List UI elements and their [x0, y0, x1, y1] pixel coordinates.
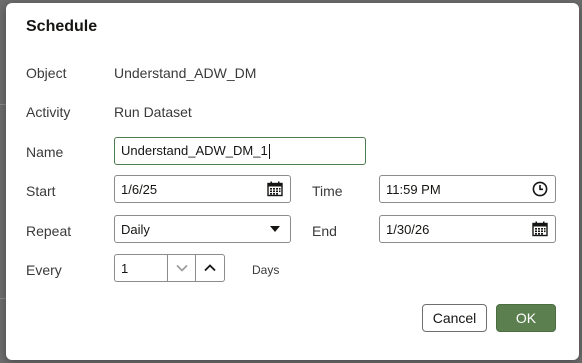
object-label: Object	[26, 65, 67, 81]
start-date-field[interactable]: 1/6/25	[114, 175, 291, 203]
schedule-dialog: Schedule Object Understand_ADW_DM Activi…	[6, 3, 579, 360]
start-label: Start	[26, 183, 56, 199]
every-stepper: 1	[114, 254, 225, 282]
start-date-value: 1/6/25	[121, 181, 158, 197]
repeat-value: Daily	[121, 221, 150, 237]
activity-label: Activity	[26, 104, 71, 120]
every-label: Every	[26, 262, 62, 278]
time-label: Time	[312, 183, 343, 199]
object-value: Understand_ADW_DM	[114, 65, 257, 81]
chevron-up-icon	[204, 264, 216, 272]
every-input[interactable]: 1	[114, 254, 167, 282]
text-cursor	[268, 144, 270, 160]
name-input[interactable]: Understand_ADW_DM_1	[114, 137, 366, 165]
calendar-icon[interactable]	[264, 178, 286, 200]
calendar-icon[interactable]	[529, 218, 551, 240]
time-field[interactable]: 11:59 PM	[379, 175, 556, 203]
decrement-button[interactable]	[167, 254, 196, 282]
chevron-down-icon	[175, 264, 188, 272]
caret-down-icon	[264, 218, 286, 240]
dialog-title: Schedule	[26, 18, 98, 35]
end-date-field[interactable]: 1/30/26	[379, 215, 556, 243]
name-label: Name	[26, 144, 64, 160]
every-unit: Days	[252, 263, 280, 277]
end-label: End	[312, 223, 337, 239]
time-value: 11:59 PM	[386, 181, 441, 197]
increment-button[interactable]	[196, 254, 225, 282]
ok-button[interactable]: OK	[496, 304, 556, 332]
end-date-value: 1/30/26	[386, 221, 430, 237]
cancel-button[interactable]: Cancel	[422, 304, 487, 332]
clock-icon[interactable]	[529, 178, 551, 200]
repeat-select[interactable]: Daily	[114, 215, 291, 243]
repeat-label: Repeat	[26, 223, 72, 239]
activity-value: Run Dataset	[114, 104, 192, 120]
name-input-value: Understand_ADW_DM_1	[121, 142, 268, 158]
